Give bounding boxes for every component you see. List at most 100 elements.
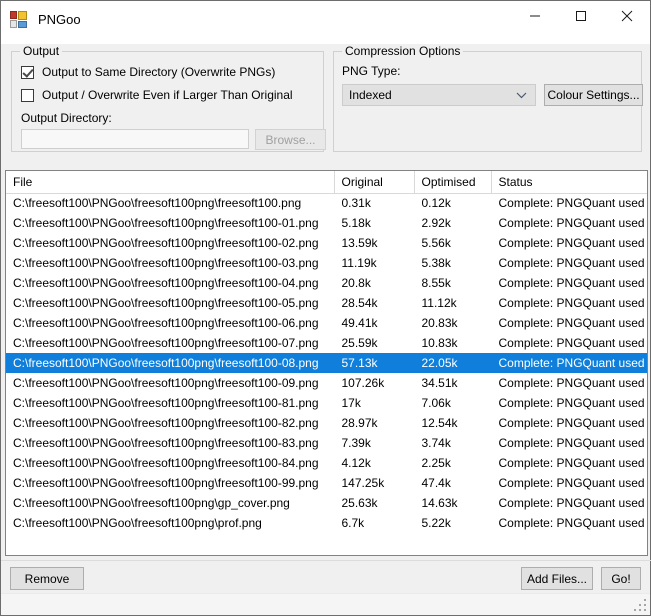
table-row[interactable]: C:\freesoft100\PNGoo\freesoft100png\free… <box>6 473 647 493</box>
cell-file: C:\freesoft100\PNGoo\freesoft100png\free… <box>6 213 335 233</box>
cell-original: 0.31k <box>334 193 415 213</box>
compression-options-groupbox-title: Compression Options <box>342 44 464 58</box>
cell-status: Complete: PNGQuant used <box>491 253 647 273</box>
table-row[interactable]: C:\freesoft100\PNGoo\freesoft100png\free… <box>6 333 647 353</box>
cell-original: 5.18k <box>334 213 415 233</box>
cell-optimised: 2.92k <box>414 213 492 233</box>
column-header-optimised[interactable]: Optimised <box>414 171 492 194</box>
cell-optimised: 12.54k <box>414 413 492 433</box>
cell-original: 17k <box>334 393 415 413</box>
cell-original: 28.54k <box>334 293 415 313</box>
remove-button[interactable]: Remove <box>10 567 84 590</box>
cell-status: Complete: PNGQuant used <box>491 413 647 433</box>
cell-original: 13.59k <box>334 233 415 253</box>
file-list[interactable]: File Original Optimised Status C:\freeso… <box>5 170 648 556</box>
cell-original: 49.41k <box>334 313 415 333</box>
table-row[interactable]: C:\freesoft100\PNGoo\freesoft100png\free… <box>6 393 647 413</box>
cell-file: C:\freesoft100\PNGoo\freesoft100png\free… <box>6 473 335 493</box>
cell-file: C:\freesoft100\PNGoo\freesoft100png\free… <box>6 293 335 313</box>
table-row[interactable]: C:\freesoft100\PNGoo\freesoft100png\prof… <box>6 513 647 533</box>
title-bar: PNGoo <box>1 1 650 44</box>
cell-optimised: 14.63k <box>414 493 492 513</box>
resize-grip[interactable] <box>634 599 647 612</box>
table-row[interactable]: C:\freesoft100\PNGoo\freesoft100png\free… <box>6 213 647 233</box>
title-bar-left: PNGoo <box>1 1 81 32</box>
cell-original: 20.8k <box>334 273 415 293</box>
app-icon <box>10 11 27 28</box>
cell-status: Complete: PNGQuant used <box>491 353 647 373</box>
cell-optimised: 5.22k <box>414 513 492 533</box>
cell-optimised: 34.51k <box>414 373 492 393</box>
cell-file: C:\freesoft100\PNGoo\freesoft100png\free… <box>6 433 335 453</box>
cell-optimised: 2.25k <box>414 453 492 473</box>
add-files-button[interactable]: Add Files... <box>521 567 593 590</box>
table-row[interactable]: C:\freesoft100\PNGoo\freesoft100png\free… <box>6 233 647 253</box>
cell-original: 4.12k <box>334 453 415 473</box>
maximize-button[interactable] <box>558 1 604 31</box>
checkbox-unchecked-icon <box>21 88 34 102</box>
cell-optimised: 22.05k <box>414 353 492 373</box>
window-title: PNGoo <box>38 12 81 27</box>
window-controls <box>512 1 650 31</box>
go-button[interactable]: Go! <box>601 567 641 590</box>
table-row[interactable]: C:\freesoft100\PNGoo\freesoft100png\free… <box>6 453 647 473</box>
checkbox-overwrite-even-if-larger[interactable]: Output / Overwrite Even if Larger Than O… <box>21 88 293 102</box>
colour-settings-button[interactable]: Colour Settings... <box>544 84 643 106</box>
cell-original: 57.13k <box>334 353 415 373</box>
application-window: PNGoo Output Output to Same Directory (O… <box>0 0 651 616</box>
column-header-file[interactable]: File <box>6 171 335 194</box>
minimize-button[interactable] <box>512 1 558 31</box>
file-list-table: File Original Optimised Status C:\freeso… <box>6 171 647 533</box>
cell-optimised: 0.12k <box>414 193 492 213</box>
cell-original: 6.7k <box>334 513 415 533</box>
table-row[interactable]: C:\freesoft100\PNGoo\freesoft100png\free… <box>6 313 647 333</box>
maximize-icon <box>576 11 586 21</box>
cell-original: 7.39k <box>334 433 415 453</box>
cell-status: Complete: PNGQuant used <box>491 493 647 513</box>
table-row[interactable]: C:\freesoft100\PNGoo\freesoft100png\free… <box>6 273 647 293</box>
cell-file: C:\freesoft100\PNGoo\freesoft100png\prof… <box>6 513 335 533</box>
column-header-original[interactable]: Original <box>334 171 415 194</box>
table-row[interactable]: C:\freesoft100\PNGoo\freesoft100png\free… <box>6 293 647 313</box>
cell-file: C:\freesoft100\PNGoo\freesoft100png\free… <box>6 193 335 213</box>
close-button[interactable] <box>604 1 650 31</box>
png-type-select[interactable]: Indexed <box>342 84 536 106</box>
table-row[interactable]: C:\freesoft100\PNGoo\freesoft100png\free… <box>6 193 647 213</box>
cell-file: C:\freesoft100\PNGoo\freesoft100png\free… <box>6 313 335 333</box>
column-header-status[interactable]: Status <box>491 171 647 194</box>
file-list-header: File Original Optimised Status <box>6 171 647 194</box>
cell-optimised: 3.74k <box>414 433 492 453</box>
cell-optimised: 47.4k <box>414 473 492 493</box>
cell-status: Complete: PNGQuant used <box>491 313 647 333</box>
cell-file: C:\freesoft100\PNGoo\freesoft100png\gp_c… <box>6 493 335 513</box>
cell-file: C:\freesoft100\PNGoo\freesoft100png\free… <box>6 453 335 473</box>
cell-status: Complete: PNGQuant used <box>491 453 647 473</box>
close-icon <box>621 10 633 22</box>
cell-status: Complete: PNGQuant used <box>491 513 647 533</box>
cell-file: C:\freesoft100\PNGoo\freesoft100png\free… <box>6 233 335 253</box>
cell-status: Complete: PNGQuant used <box>491 193 647 213</box>
table-row[interactable]: C:\freesoft100\PNGoo\freesoft100png\free… <box>6 353 647 373</box>
cell-optimised: 10.83k <box>414 333 492 353</box>
cell-file: C:\freesoft100\PNGoo\freesoft100png\free… <box>6 353 335 373</box>
status-strip <box>1 593 650 615</box>
checkbox-overwrite-even-if-larger-label: Output / Overwrite Even if Larger Than O… <box>42 88 293 102</box>
cell-original: 107.26k <box>334 373 415 393</box>
table-row[interactable]: C:\freesoft100\PNGoo\freesoft100png\gp_c… <box>6 493 647 513</box>
output-directory-input[interactable] <box>21 129 249 149</box>
cell-original: 147.25k <box>334 473 415 493</box>
table-row[interactable]: C:\freesoft100\PNGoo\freesoft100png\free… <box>6 373 647 393</box>
cell-optimised: 5.56k <box>414 233 492 253</box>
checkbox-output-same-directory[interactable]: Output to Same Directory (Overwrite PNGs… <box>21 65 275 79</box>
checkbox-checked-icon <box>21 65 34 79</box>
table-row[interactable]: C:\freesoft100\PNGoo\freesoft100png\free… <box>6 433 647 453</box>
file-list-header-row: File Original Optimised Status <box>6 171 647 194</box>
cell-file: C:\freesoft100\PNGoo\freesoft100png\free… <box>6 413 335 433</box>
browse-button[interactable]: Browse... <box>255 129 326 150</box>
cell-status: Complete: PNGQuant used <box>491 393 647 413</box>
checkbox-output-same-directory-label: Output to Same Directory (Overwrite PNGs… <box>42 65 276 79</box>
table-row[interactable]: C:\freesoft100\PNGoo\freesoft100png\free… <box>6 413 647 433</box>
cell-status: Complete: PNGQuant used <box>491 433 647 453</box>
cell-original: 25.63k <box>334 493 415 513</box>
table-row[interactable]: C:\freesoft100\PNGoo\freesoft100png\free… <box>6 253 647 273</box>
